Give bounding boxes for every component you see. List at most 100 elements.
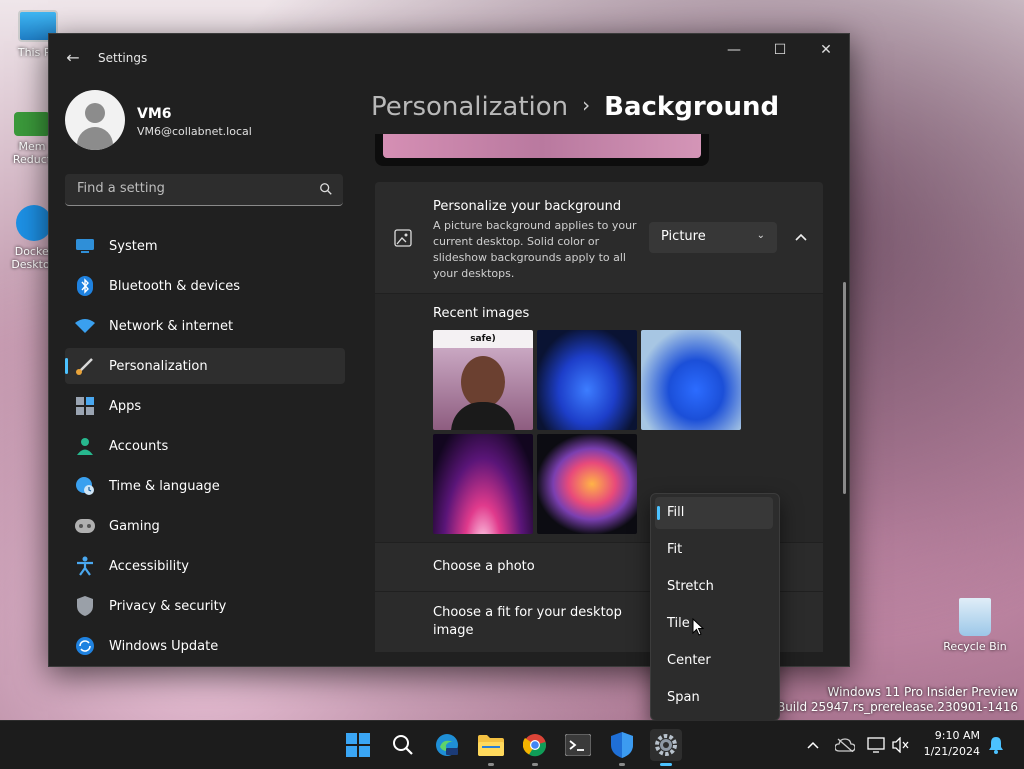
chevron-up-icon[interactable] xyxy=(803,735,823,755)
recent-image-2[interactable] xyxy=(537,330,637,430)
setting-description: A picture background applies to your cur… xyxy=(433,219,637,280)
sidebar-item-label: Bluetooth & devices xyxy=(109,278,240,294)
fit-option-stretch[interactable]: Stretch xyxy=(655,571,773,603)
sidebar-item-label: Privacy & security xyxy=(109,598,227,614)
sidebar-item-label: Gaming xyxy=(109,518,160,534)
recent-image-4[interactable] xyxy=(433,434,533,534)
defender-icon[interactable] xyxy=(606,729,638,766)
sidebar-item-windows-update[interactable]: Windows Update xyxy=(65,628,345,664)
search-input[interactable] xyxy=(75,180,309,197)
network-icon[interactable] xyxy=(866,735,886,755)
sidebar-item-apps[interactable]: Apps xyxy=(65,388,345,424)
desktop-icon-label: Mem Reduct xyxy=(12,140,52,166)
search-box[interactable] xyxy=(65,174,343,206)
recent-image-1[interactable]: safe) xyxy=(433,330,533,430)
choose-photo-label: Choose a photo xyxy=(433,559,535,574)
sidebar-item-time-language[interactable]: Time & language xyxy=(65,468,345,504)
docker-icon xyxy=(16,205,52,241)
search-icon[interactable] xyxy=(387,729,419,761)
choose-fit-label: Choose a fit for your desktop image xyxy=(433,605,622,638)
minimize-button[interactable]: — xyxy=(711,34,757,66)
fit-option-span[interactable]: Span xyxy=(655,682,773,714)
window-title: Settings xyxy=(98,51,148,65)
menu-item-label: Fill xyxy=(667,505,685,520)
chevron-right-icon: › xyxy=(582,93,591,117)
user-email: VM6@collabnet.local xyxy=(137,125,252,138)
sidebar-item-label: Time & language xyxy=(109,478,220,494)
sidebar-item-network[interactable]: Network & internet xyxy=(65,308,345,344)
sidebar-item-privacy-security[interactable]: Privacy & security xyxy=(65,588,345,624)
fit-option-tile[interactable]: Tile xyxy=(655,608,773,640)
mouse-cursor-icon xyxy=(692,618,704,636)
sidebar-nav: System Bluetooth & devices Network & int… xyxy=(65,228,345,666)
recent-images-label: Recent images xyxy=(433,306,530,321)
maximize-button[interactable]: ☐ xyxy=(757,34,803,66)
sidebar-item-label: Apps xyxy=(109,398,142,414)
sidebar-item-system[interactable]: System xyxy=(65,228,345,264)
sidebar-item-gaming[interactable]: Gaming xyxy=(65,508,345,544)
watermark-line1: Windows 11 Pro Insider Preview xyxy=(827,685,1018,699)
recent-image-3[interactable] xyxy=(641,330,741,430)
thumb-caption: safe) xyxy=(470,334,496,344)
volume-muted-icon[interactable] xyxy=(891,735,911,755)
maximize-icon: ☐ xyxy=(773,42,787,58)
shield-icon xyxy=(75,596,95,616)
update-icon xyxy=(75,636,95,656)
system-icon xyxy=(75,236,95,256)
terminal-icon[interactable] xyxy=(562,729,594,761)
breadcrumb-parent[interactable]: Personalization xyxy=(371,92,568,122)
wifi-icon xyxy=(75,316,95,336)
notification-bell-icon[interactable] xyxy=(986,735,1006,755)
file-explorer-icon[interactable] xyxy=(475,729,507,766)
fit-option-fit[interactable]: Fit xyxy=(655,534,773,566)
sidebar-item-bluetooth[interactable]: Bluetooth & devices xyxy=(65,268,345,304)
fit-option-fill[interactable]: Fill xyxy=(655,497,773,529)
chevron-down-icon: ⌄ xyxy=(756,230,765,241)
breadcrumb: Personalization › Background xyxy=(371,92,779,122)
menu-item-label: Span xyxy=(667,690,700,705)
sidebar-item-label: Accessibility xyxy=(109,558,189,574)
sidebar-item-accessibility[interactable]: Accessibility xyxy=(65,548,345,584)
personalize-background-card[interactable]: Personalize your background A picture ba… xyxy=(375,182,823,293)
sidebar-item-label: Network & internet xyxy=(109,318,234,334)
active-indicator xyxy=(65,358,68,374)
sidebar-item-label: Windows Update xyxy=(109,638,219,654)
memory-chip-icon xyxy=(14,112,50,136)
back-arrow-icon[interactable]: ← xyxy=(63,48,83,68)
title-bar: ← Settings — ☐ ✕ xyxy=(49,34,849,82)
fit-option-center[interactable]: Center xyxy=(655,645,773,677)
background-type-dropdown[interactable]: Picture ⌄ xyxy=(649,222,777,253)
globe-clock-icon xyxy=(75,476,95,496)
controller-icon xyxy=(75,516,95,536)
picture-icon xyxy=(394,229,412,247)
recent-image-5[interactable] xyxy=(537,434,637,534)
recycle-bin-icon xyxy=(959,598,991,636)
clock-time: 9:10 AM xyxy=(934,729,980,742)
edge-beta-icon[interactable] xyxy=(431,729,463,761)
start-icon[interactable] xyxy=(342,729,374,761)
sidebar-item-label: Accounts xyxy=(109,438,169,454)
setting-title: Personalize your background xyxy=(433,199,622,214)
scrollbar[interactable] xyxy=(843,282,846,494)
sidebar-item-personalization[interactable]: Personalization xyxy=(65,348,345,384)
search-icon[interactable] xyxy=(319,182,333,196)
desktop-preview xyxy=(375,134,709,166)
selected-indicator xyxy=(657,506,660,520)
accounts-icon xyxy=(75,436,95,456)
sidebar-item-accounts[interactable]: Accounts xyxy=(65,428,345,464)
onedrive-icon[interactable] xyxy=(835,735,855,755)
menu-item-label: Center xyxy=(667,653,711,668)
desktop-icon-label: Recycle Bin xyxy=(943,640,1007,653)
accessibility-icon xyxy=(75,556,95,576)
close-icon: ✕ xyxy=(820,42,832,58)
close-button[interactable]: ✕ xyxy=(803,34,849,66)
settings-icon[interactable] xyxy=(650,729,682,766)
dropdown-value: Picture xyxy=(661,229,706,244)
desktop-icon-recycle-bin[interactable]: Recycle Bin xyxy=(940,598,1010,653)
user-name: VM6 xyxy=(137,106,172,122)
chrome-icon[interactable] xyxy=(519,729,551,766)
chevron-up-icon[interactable] xyxy=(795,233,807,241)
menu-item-label: Stretch xyxy=(667,579,714,594)
clock[interactable]: 9:10 AM 1/21/2024 xyxy=(924,728,980,760)
menu-item-label: Fit xyxy=(667,542,683,557)
